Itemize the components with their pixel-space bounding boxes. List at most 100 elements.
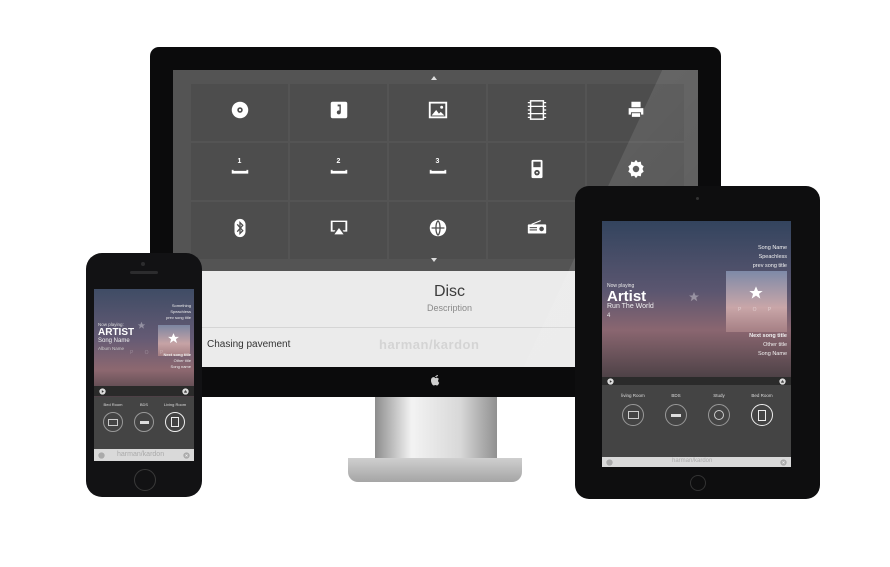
close-icon[interactable] — [780, 458, 787, 466]
room-living-room[interactable]: Living Room — [160, 402, 190, 432]
next-songs-list: Next song title Other title Song name — [163, 352, 191, 370]
airplay-icon — [328, 217, 350, 244]
close-icon[interactable] — [183, 451, 190, 459]
source-tile[interactable] — [488, 84, 585, 141]
scroll-up-arrow-icon[interactable] — [431, 76, 437, 80]
source-tile[interactable]: 1 — [191, 143, 288, 200]
album-name: Album Name — [98, 346, 125, 351]
source-tile[interactable] — [488, 143, 585, 200]
list-item[interactable]: Next song title — [749, 332, 787, 341]
tablet-home-button[interactable] — [690, 475, 706, 491]
room-bed-room[interactable]: Bed Room — [98, 402, 128, 432]
tablet-camera — [696, 197, 699, 200]
source-tile[interactable]: 2 — [290, 143, 387, 200]
playback-bar — [94, 386, 194, 396]
list-item[interactable]: prev song title — [753, 262, 787, 271]
monitor-icon — [103, 412, 123, 432]
cover-text: P O P — [738, 307, 777, 313]
room-study[interactable]: Study — [701, 393, 737, 426]
dock-icon — [165, 412, 185, 432]
room-label: BDS — [671, 393, 681, 398]
input-number-label: 3 — [435, 158, 440, 165]
phone-screen: Something Speachless prev song title Now… — [94, 289, 194, 461]
track-number: 4 — [607, 313, 611, 319]
disc-player-icon — [665, 404, 687, 426]
ipod-icon — [526, 158, 548, 185]
image-icon — [427, 99, 449, 126]
monitor-stand-base — [348, 458, 522, 482]
room-living-room[interactable]: living Room — [615, 393, 651, 426]
source-tile[interactable]: 3 — [389, 143, 486, 200]
previous-songs-list: Something Speachless prev song title — [166, 303, 191, 321]
source-tile[interactable] — [290, 202, 387, 259]
phone-speaker — [130, 271, 158, 274]
list-item[interactable]: Speachless — [753, 253, 787, 262]
play-icon[interactable] — [99, 387, 106, 395]
footer-bar: harman/kardon — [94, 449, 194, 461]
network-icon — [427, 217, 449, 244]
song-name: Song Name — [98, 338, 130, 344]
source-tile[interactable] — [191, 84, 288, 141]
star-icon — [749, 286, 763, 299]
room-label: BDS — [139, 402, 149, 407]
album-cover[interactable]: P O P — [726, 271, 787, 332]
star-icon[interactable] — [688, 291, 700, 303]
room-bds[interactable]: BDS — [658, 393, 694, 426]
current-track[interactable]: Chasing pavement — [207, 339, 290, 350]
phone-camera — [141, 262, 145, 266]
dock-icon — [751, 404, 773, 426]
room-label: Living Room — [163, 402, 187, 407]
room-selector: Bed Room BDS Living Room — [94, 397, 194, 449]
source-tile[interactable] — [389, 84, 486, 141]
room-label: Study — [713, 393, 725, 398]
input-2-icon: 2 — [328, 158, 350, 185]
source-tile[interactable] — [191, 202, 288, 259]
star-icon[interactable] — [137, 321, 146, 330]
apple-logo-icon — [431, 375, 440, 386]
list-item[interactable]: Song Name — [753, 244, 787, 253]
disc-player-icon — [134, 412, 154, 432]
scroll-down-arrow-icon[interactable] — [431, 258, 437, 262]
star-icon — [168, 333, 179, 344]
monitor-stand — [375, 397, 497, 463]
input-number-label: 1 — [237, 158, 242, 165]
settings-icon[interactable] — [606, 458, 613, 466]
brand-logo: harman/kardon — [379, 337, 480, 352]
phone-home-button[interactable] — [134, 469, 156, 491]
input-number-label: 2 — [336, 158, 341, 165]
eject-icon[interactable] — [182, 387, 189, 395]
room-bds[interactable]: BDS — [129, 402, 159, 432]
disc-icon — [229, 99, 251, 126]
previous-songs-list: Song Name Speachless prev song title — [753, 244, 787, 271]
source-tile[interactable] — [389, 202, 486, 259]
artist-name: ARTIST — [98, 327, 135, 338]
settings-icon[interactable] — [98, 451, 105, 459]
room-label: living Room — [621, 393, 645, 398]
list-item[interactable]: Song Name — [749, 350, 787, 359]
list-item[interactable]: Song name — [163, 364, 191, 370]
album-name: Run The World — [607, 303, 654, 310]
play-icon[interactable] — [607, 377, 614, 385]
eject-icon[interactable] — [779, 377, 786, 385]
room-bed-room[interactable]: Bed Room — [744, 393, 780, 426]
list-item[interactable]: prev song title — [166, 315, 191, 321]
source-tile[interactable] — [290, 84, 387, 141]
brand-logo: harman/kardon — [672, 458, 713, 464]
footer-bar: harman/kardon — [602, 457, 791, 467]
speaker-icon — [708, 404, 730, 426]
list-item[interactable]: Other title — [749, 341, 787, 350]
next-songs-list: Next song title Other title Song Name — [749, 332, 787, 359]
radio-icon — [526, 217, 548, 244]
room-selector: living Room BDS Study Bed Room — [602, 385, 791, 457]
source-tile[interactable] — [488, 202, 585, 259]
film-icon — [526, 99, 548, 126]
input-3-icon: 3 — [427, 158, 449, 185]
room-label: Bed Room — [103, 402, 123, 407]
music-note-icon — [328, 99, 350, 126]
brand-logo: harman/kardon — [117, 451, 165, 458]
room-label: Bed Room — [751, 393, 773, 398]
bluetooth-icon — [229, 217, 251, 244]
tablet-screen: Song Name Speachless prev song title Now… — [602, 221, 791, 467]
monitor-icon — [622, 404, 644, 426]
playback-bar — [602, 377, 791, 385]
